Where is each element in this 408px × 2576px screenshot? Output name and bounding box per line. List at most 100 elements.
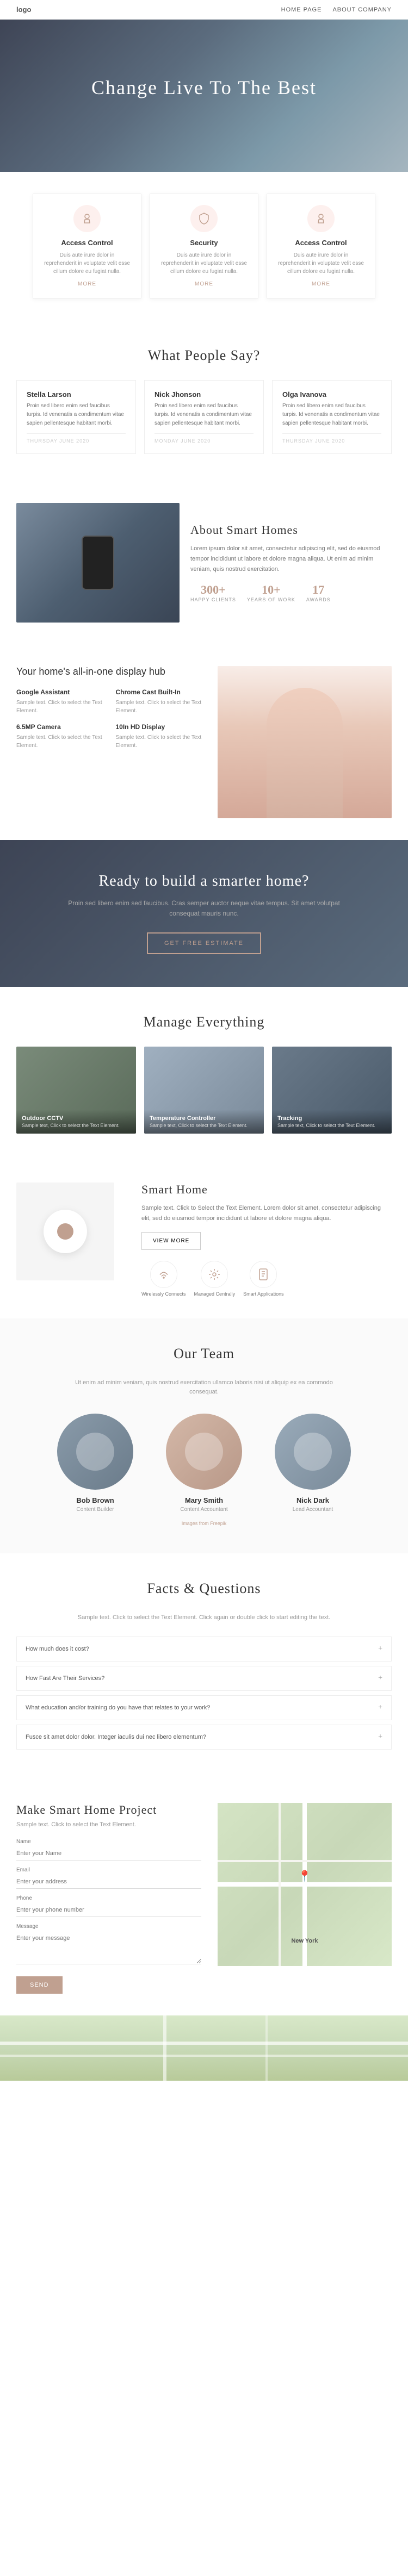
faq-question-2: What education and/or training do you ha…: [26, 1704, 210, 1711]
faq-item-1[interactable]: How Fast Are Their Services? +: [16, 1666, 392, 1691]
nav-logo: logo: [16, 5, 31, 14]
device-icon: [44, 1210, 87, 1253]
feature-more-0[interactable]: MORE: [44, 281, 130, 287]
manage-card-outdoor: Outdoor CCTV Sample text, Click to selec…: [16, 1047, 136, 1134]
sh-label-wireless: Wirelessly Connects: [141, 1291, 186, 1297]
map-label: New York: [291, 1938, 318, 1944]
team-title: Our Team: [16, 1346, 392, 1362]
cta-button[interactable]: GET FREE ESTIMATE: [147, 932, 261, 954]
manage-section: Manage Everything Outdoor CCTV Sample te…: [0, 987, 408, 1161]
testimonial-name-0: Stella Larson: [27, 390, 126, 399]
testimonial-text-1: Proin sed libero enim sed faucibus turpi…: [154, 402, 254, 428]
about-image: [16, 503, 180, 623]
team-role-mary: Content Accountant: [155, 1507, 253, 1513]
submit-button[interactable]: SEND: [16, 1976, 63, 1994]
stat-2: 17 AWARDS: [306, 583, 331, 602]
feature-more-1[interactable]: MORE: [161, 281, 247, 287]
team-card-nick: Nick Dark Lead Accountant: [264, 1414, 362, 1513]
manage-grid: Outdoor CCTV Sample text, Click to selec…: [16, 1047, 392, 1134]
manage-title: Manage Everything: [16, 1014, 392, 1030]
name-label: Name: [16, 1839, 201, 1845]
name-input[interactable]: [16, 1847, 201, 1861]
team-name-mary: Mary Smith: [155, 1496, 253, 1504]
phone-label: Phone: [16, 1895, 201, 1901]
stat-label-0: HAPPY CLIENTS: [190, 597, 236, 602]
hub-content: Your home's all-in-one display hub Googl…: [16, 666, 207, 818]
hub-feature-title-0: Google Assistant: [16, 688, 108, 696]
stat-label-2: AWARDS: [306, 597, 331, 602]
team-section: Our Team Ut enim ad minim veniam, quis n…: [0, 1318, 408, 1553]
hub-section: Your home's all-in-one display hub Googl…: [0, 644, 408, 840]
phone-group: Phone: [16, 1895, 201, 1917]
stat-number-1: 10+: [247, 583, 295, 597]
stat-number-2: 17: [306, 583, 331, 597]
about-title: About Smart Homes: [190, 523, 392, 537]
stat-label-1: YEARS OF WORK: [247, 597, 295, 602]
email-label: Email: [16, 1867, 201, 1873]
faq-question-3: Fusce sit amet dolor dolor. Integer iacu…: [26, 1734, 206, 1740]
cta-section: Ready to build a smarter home? Proin sed…: [0, 840, 408, 987]
faq-list: How much does it cost? + How Fast Are Th…: [16, 1637, 392, 1750]
manage-card-temp: Temperature Controller Sample text, Clic…: [144, 1047, 264, 1134]
sh-icon-wireless: Wirelessly Connects: [141, 1261, 186, 1297]
faq-item-3[interactable]: Fusce sit amet dolor dolor. Integer iacu…: [16, 1725, 392, 1750]
feature-desc-2: Duis aute irure dolor in reprehenderit i…: [278, 251, 364, 276]
feature-desc-0: Duis aute irure dolor in reprehenderit i…: [44, 251, 130, 276]
hero-title: Change Live To The Best: [91, 76, 317, 99]
chevron-icon-0: +: [378, 1645, 382, 1653]
hub-feature-title-3: 10In HD Display: [116, 723, 207, 731]
faq-item-2[interactable]: What education and/or training do you ha…: [16, 1695, 392, 1720]
features-section: Access Control Duis aute irure dolor in …: [0, 172, 408, 320]
testimonial-0: Stella Larson Proin sed libero enim sed …: [16, 380, 136, 454]
team-name-nick: Nick Dark: [264, 1496, 362, 1504]
faq-title: Facts & Questions: [16, 1581, 392, 1597]
testimonial-date-1: MONDAY JUNE 2020: [154, 433, 254, 444]
manage-label-temp: Temperature Controller Sample text, Clic…: [144, 1110, 264, 1134]
feature-card-1: Security Duis aute irure dolor in repreh…: [150, 194, 258, 298]
team-grid: Bob Brown Content Builder Mary Smith Con…: [16, 1414, 392, 1513]
feature-title-1: Security: [161, 239, 247, 247]
nav-home[interactable]: HOME PAGE: [281, 7, 322, 13]
faq-subtitle: Sample text. Click to select the Text El…: [68, 1613, 340, 1623]
about-section: About Smart Homes Lorem ipsum dolor sit …: [0, 481, 408, 644]
view-more-button[interactable]: VIEW MORE: [141, 1232, 201, 1250]
feature-desc-1: Duis aute irure dolor in reprehenderit i…: [161, 251, 247, 276]
hero-section: Change Live To The Best: [0, 20, 408, 172]
chevron-icon-3: +: [378, 1733, 382, 1741]
hub-feature-1: Chrome Cast Built-In Sample text. Click …: [116, 688, 207, 715]
feature-more-2[interactable]: MORE: [278, 281, 364, 287]
faq-section: Facts & Questions Sample text. Click to …: [0, 1553, 408, 1781]
nav-about[interactable]: ABOUT COMPANY: [332, 7, 392, 13]
message-textarea[interactable]: [16, 1932, 201, 1964]
hub-feature-title-2: 6.5MP Camera: [16, 723, 108, 731]
smarthome-device: [16, 1183, 114, 1280]
email-input[interactable]: [16, 1875, 201, 1889]
smarthome-title: Smart Home: [141, 1183, 392, 1197]
hub-feature-desc-2: Sample text. Click to select the Text El…: [16, 733, 108, 750]
hub-feature-3: 10In HD Display Sample text. Click to se…: [116, 723, 207, 750]
manage-label-outdoor: Outdoor CCTV Sample text, Click to selec…: [16, 1110, 136, 1134]
team-photo-bob: [57, 1414, 133, 1490]
navigation: logo HOME PAGE ABOUT COMPANY: [0, 0, 408, 20]
faq-item-0[interactable]: How much does it cost? +: [16, 1637, 392, 1662]
chevron-icon-1: +: [378, 1674, 382, 1683]
sh-label-apps: Smart Applications: [243, 1291, 284, 1297]
map-pin: 📍: [298, 1869, 312, 1883]
sh-icon-apps: Smart Applications: [243, 1261, 284, 1297]
testimonial-name-1: Nick Jhonson: [154, 390, 254, 399]
testimonial-text-2: Proin sed libero enim sed faucibus turpi…: [282, 402, 381, 428]
testimonials-section: What People Say? Stella Larson Proin sed…: [0, 320, 408, 481]
smarthome-icons: Wirelessly Connects Managed Centrally Sm…: [141, 1261, 392, 1297]
testimonial-date-0: THURSDAY JUNE 2020: [27, 433, 126, 444]
phone-input[interactable]: [16, 1903, 201, 1917]
contact-subtitle: Sample text. Click to select the Text El…: [16, 1821, 201, 1828]
stat-1: 10+ YEARS OF WORK: [247, 583, 295, 602]
team-credit: Images from Freepik: [16, 1521, 392, 1526]
manage-card-tracking: Tracking Sample text, Click to select th…: [272, 1047, 392, 1134]
feature-title-2: Access Control: [278, 239, 364, 247]
email-group: Email: [16, 1867, 201, 1889]
hub-features: Google Assistant Sample text. Click to s…: [16, 688, 207, 750]
feature-card-2: Access Control Duis aute irure dolor in …: [267, 194, 375, 298]
team-subtitle: Ut enim ad minim veniam, quis nostrud ex…: [68, 1378, 340, 1397]
apps-icon: [250, 1261, 277, 1288]
